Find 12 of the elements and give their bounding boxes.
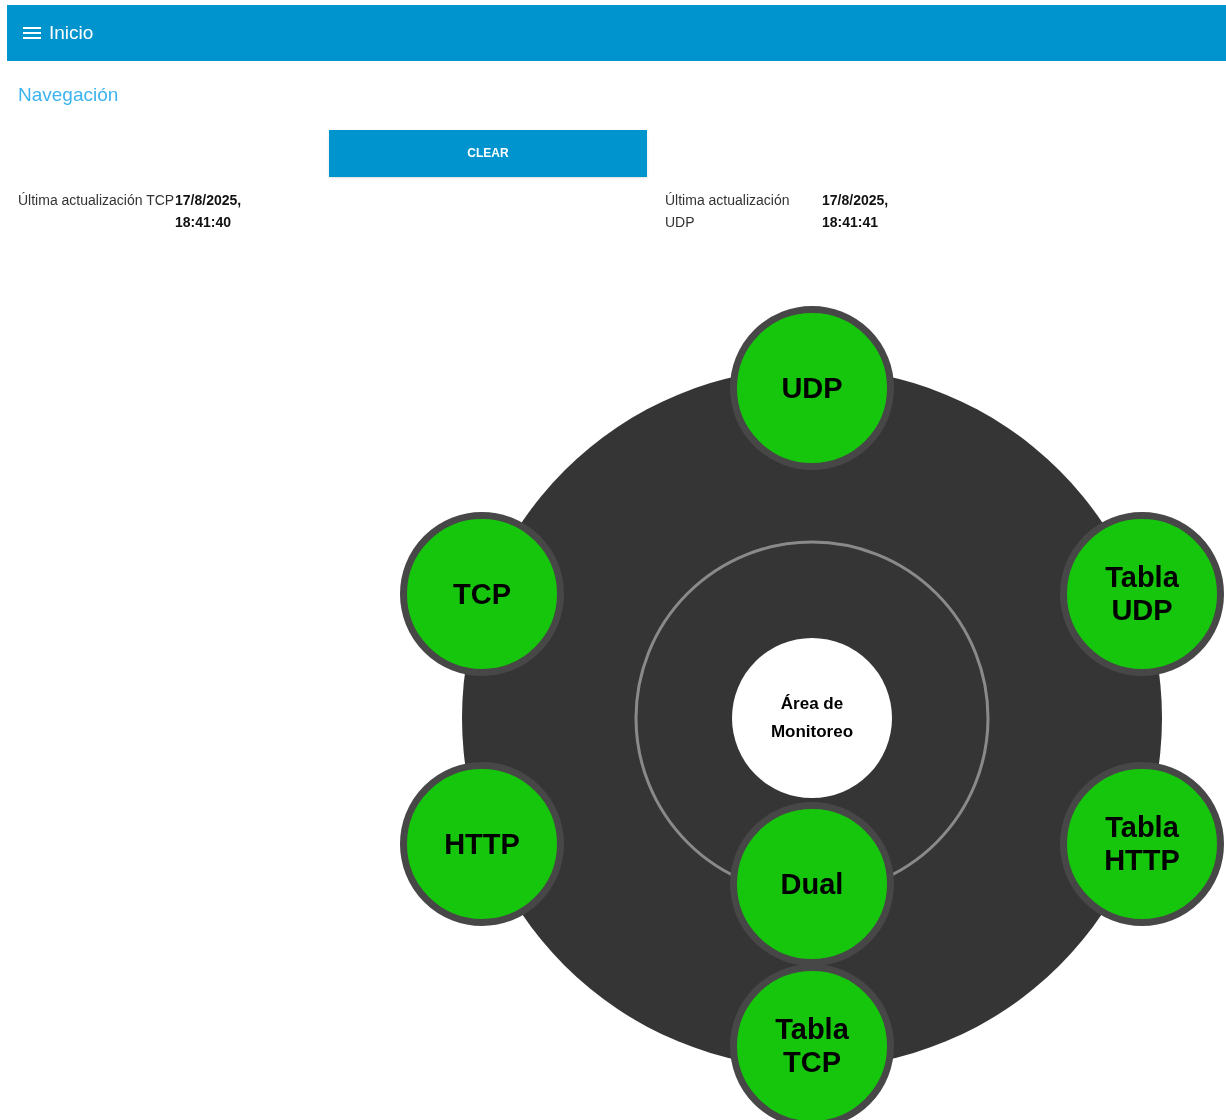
- nav-node-button[interactable]: UDP: [730, 306, 894, 470]
- update-label: Última actualización UDP: [665, 190, 791, 232]
- update-label: Última actualización TCP: [18, 190, 175, 210]
- menu-icon[interactable]: [23, 26, 41, 40]
- nav-node-button[interactable]: TCP: [400, 512, 564, 676]
- nav-node-button[interactable]: HTTP: [400, 762, 564, 926]
- nav-node-button[interactable]: Tabla UDP: [1060, 512, 1224, 676]
- section-heading: Navegación: [18, 83, 120, 107]
- page-title: Inicio: [49, 20, 94, 45]
- update-timestamp: 17/8/2025, 18:41:40: [175, 190, 243, 232]
- update-timestamp: 17/8/2025, 18:41:41: [822, 190, 890, 232]
- nav-node-button[interactable]: Tabla HTTP: [1060, 762, 1224, 926]
